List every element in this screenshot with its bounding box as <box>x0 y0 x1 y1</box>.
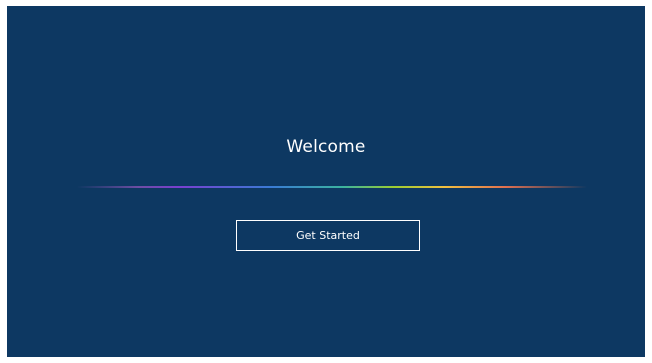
decorative-divider <box>77 186 587 188</box>
get-started-button[interactable]: Get Started <box>236 220 420 251</box>
welcome-screen: Welcome Get Started <box>7 6 645 357</box>
welcome-title: Welcome <box>286 137 366 157</box>
